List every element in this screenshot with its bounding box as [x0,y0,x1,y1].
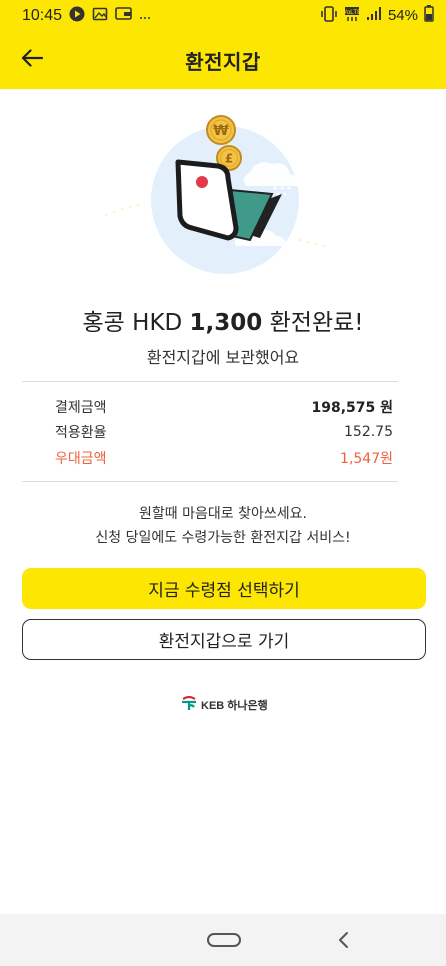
exchange-result-headline: 홍콩 HKD 1,300 환전완료! [0,303,446,337]
status-right: VoLTE 54% [320,5,434,26]
notice-line-1: 원할때 마음대로 찾아쓰세요. [139,506,307,522]
app-bar: 환전지갑 [0,31,446,89]
summary-row-rate: 적용환율 152.75 [55,421,393,443]
more-dots-icon [139,7,151,25]
headline-suffix: 환전완료! [262,310,364,336]
headline-prefix: 홍콩 HKD [82,310,190,336]
select-pickup-branch-button[interactable]: 지금 수령점 선택하기 [22,568,426,609]
battery-percent: 54% [387,7,418,24]
back-chevron-icon[interactable] [334,928,354,952]
bank-brand: KEB 하나은행 [180,694,268,716]
hd-voice-icon: VoLTE [342,6,362,26]
arrow-left-icon [21,49,44,71]
summary-row-discount: 우대금액 1,547원 [55,447,393,469]
wallet-icon [115,6,132,25]
page-title: 환전지갑 [185,49,261,74]
won-coin-icon: ₩ [206,115,236,145]
go-to-wallet-button[interactable]: 환전지갑으로 가기 [22,619,426,660]
signal-icon [366,6,382,25]
status-time: 10:45 [22,6,63,24]
wallet-illustration: ₩ £ [100,110,330,290]
svg-text:£: £ [225,152,233,166]
divider-bottom [22,481,398,482]
back-button[interactable] [14,43,50,77]
summary-row-payment: 결제금액 198,575 원 [55,396,393,418]
system-nav-bar [0,914,446,966]
summary-label: 적용환율 [55,425,107,441]
summary-value: 1,547원 [340,451,393,467]
hana-bank-logo-icon [180,694,198,716]
summary-value: 152.75 [344,424,393,440]
notice-line-2: 신청 당일에도 수령가능한 환전지갑 서비스! [95,530,351,546]
exchange-result-subline: 환전지갑에 보관했어요 [146,348,300,367]
summary-value: 198,575 원 [311,400,393,416]
headline-amount: 1,300 [189,310,263,336]
summary-label: 결제금액 [55,400,107,416]
svg-text:VoLTE: VoLTE [344,9,360,16]
play-icon [69,6,85,26]
image-icon [92,6,108,26]
vibrate-icon [320,5,338,26]
status-bar: 10:45 VoLTE 54% [0,0,446,31]
home-pill-icon[interactable] [207,933,241,947]
status-left: 10:45 [22,6,151,26]
summary-label: 우대금액 [55,451,107,467]
bank-brand-text: KEB 하나은행 [201,700,268,712]
divider-top [22,381,398,382]
svg-text:₩: ₩ [213,123,229,139]
battery-icon [424,5,434,26]
